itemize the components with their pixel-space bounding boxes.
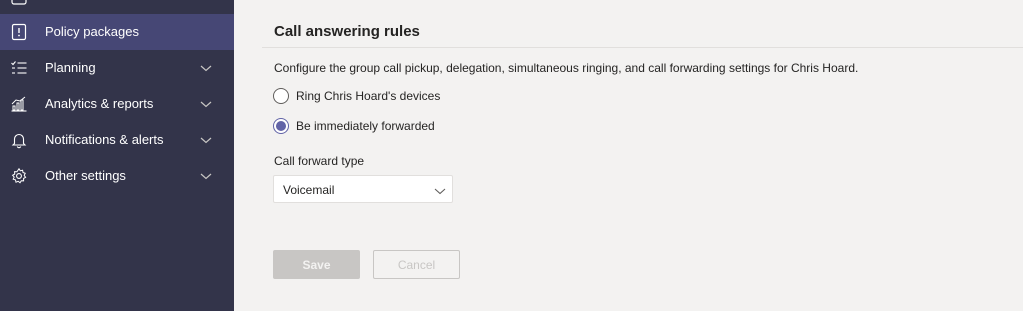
radio-button[interactable] (273, 88, 289, 104)
analytics-chart-icon (10, 95, 28, 113)
page-title: Call answering rules (274, 23, 420, 40)
sidebar: Policy packages Planning Analytics & rep… (0, 0, 234, 311)
radio-label: Ring Chris Hoard's devices (296, 89, 441, 103)
sidebar-item-label: Analytics & reports (45, 96, 154, 111)
chevron-down-icon[interactable] (199, 98, 213, 110)
sidebar-item-analytics-reports[interactable]: Analytics & reports (0, 86, 234, 122)
policy-package-icon (10, 23, 28, 41)
sidebar-item-other-settings[interactable]: Other settings (0, 158, 234, 194)
bell-icon (10, 131, 28, 149)
call-forward-type-dropdown[interactable]: Voicemail (273, 175, 453, 203)
radio-immediately-forwarded[interactable]: Be immediately forwarded (273, 117, 435, 135)
sidebar-item-notifications-alerts[interactable]: Notifications & alerts (0, 122, 234, 158)
save-button[interactable]: Save (273, 250, 360, 279)
cancel-button[interactable]: Cancel (373, 250, 460, 279)
sidebar-item-label: Planning (45, 60, 96, 75)
sidebar-item-label: Other settings (45, 168, 126, 183)
chevron-down-icon[interactable] (199, 170, 213, 182)
team-icon (10, 0, 28, 7)
sidebar-item-planning[interactable]: Planning (0, 50, 234, 86)
dropdown-value: Voicemail (283, 183, 335, 197)
sidebar-item-policy-packages[interactable]: Policy packages (0, 14, 234, 50)
gear-icon (10, 167, 28, 185)
radio-button-checked[interactable] (273, 118, 289, 134)
description-text: Configure the group call pickup, delegat… (274, 61, 859, 75)
divider (262, 47, 1023, 48)
sidebar-item-label: Notifications & alerts (45, 132, 164, 147)
call-forward-type-label: Call forward type (274, 154, 365, 168)
main-content: Call answering rules Configure the group… (234, 0, 1023, 311)
planning-list-icon (10, 59, 28, 77)
chevron-down-icon (434, 185, 446, 195)
chevron-down-icon[interactable] (199, 62, 213, 74)
sidebar-item-label: Policy packages (45, 24, 139, 39)
chevron-down-icon[interactable] (199, 134, 213, 146)
radio-label: Be immediately forwarded (296, 119, 435, 133)
radio-ring-devices[interactable]: Ring Chris Hoard's devices (273, 87, 440, 105)
